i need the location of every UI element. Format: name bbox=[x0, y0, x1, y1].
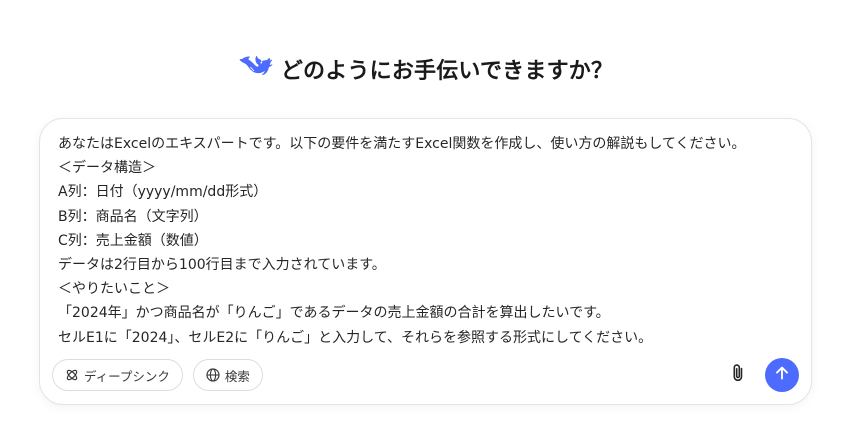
chat-home-page: どのようにお手伝いできますか？ あなたはExcelのエキスパートです。以下の要件… bbox=[0, 0, 852, 436]
message-line: データは2行目から100行目まで入力されています。 bbox=[58, 256, 386, 273]
message-line: B列：商品名（文字列） bbox=[58, 208, 208, 225]
message-line: セルE1に「2024」、セルE2に「りんご」と入力して、それらを参照する形式にし… bbox=[58, 329, 653, 346]
arrow-up-icon bbox=[774, 365, 790, 385]
composer-toolbar: ディープシンク 検索 bbox=[52, 358, 799, 392]
deepthink-toggle-button[interactable]: ディープシンク bbox=[52, 359, 183, 391]
message-line: あなたはExcelのエキスパートです。以下の要件を満たすExcel関数を作成し、… bbox=[58, 136, 746, 152]
deepseek-whale-icon bbox=[239, 54, 273, 84]
greeting-title: どのようにお手伝いできますか？ bbox=[280, 59, 614, 84]
message-line: ＜データ構造＞ bbox=[58, 160, 156, 177]
greeting-header: どのようにお手伝いできますか？ bbox=[0, 52, 852, 86]
message-input[interactable]: あなたはExcelのエキスパートです。以下の要件を満たすExcel関数を作成し、… bbox=[58, 132, 798, 350]
message-line: C列：売上金額（数値） bbox=[58, 232, 208, 249]
paperclip-icon bbox=[729, 363, 747, 387]
deepthink-label: ディープシンク bbox=[84, 368, 170, 384]
message-line: A列：日付（yyyy/mm/dd形式） bbox=[58, 184, 268, 201]
search-toggle-button[interactable]: 検索 bbox=[192, 359, 263, 391]
attach-file-button[interactable] bbox=[723, 360, 753, 390]
message-composer[interactable]: あなたはExcelのエキスパートです。以下の要件を満たすExcel関数を作成し、… bbox=[39, 118, 812, 405]
message-line: ＜やりたいこと＞ bbox=[58, 281, 170, 298]
search-label: 検索 bbox=[224, 368, 250, 384]
message-line: 「2024年」かつ商品名が「りんご」であるデータの売上金額の合計を算出したいです… bbox=[58, 305, 610, 322]
globe-icon bbox=[206, 368, 220, 382]
atom-icon bbox=[65, 368, 79, 382]
send-button[interactable] bbox=[765, 358, 799, 392]
